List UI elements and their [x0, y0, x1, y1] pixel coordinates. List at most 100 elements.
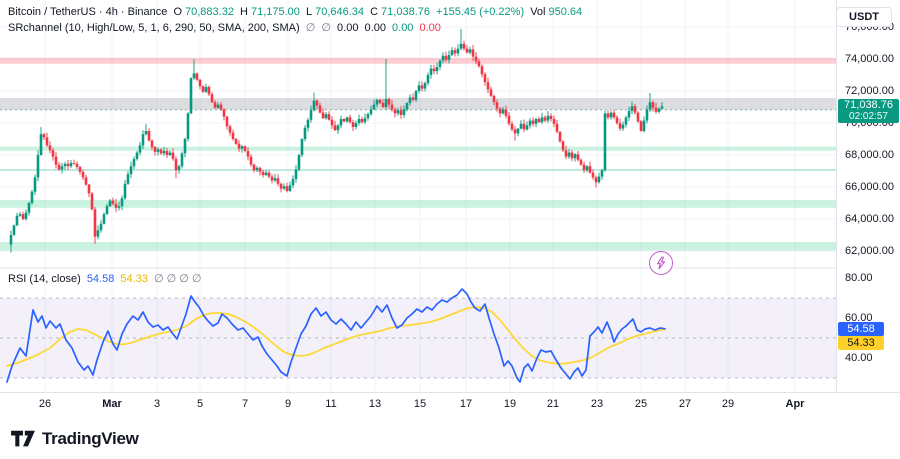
candle-body	[135, 152, 139, 159]
candle-body	[438, 60, 442, 67]
candle-body	[39, 134, 43, 155]
candle-body	[45, 137, 49, 146]
candle-body	[618, 123, 622, 129]
lightning-bolt-button[interactable]	[649, 251, 673, 275]
candle-body	[585, 166, 589, 171]
candle-body	[168, 152, 172, 155]
candle-body	[210, 94, 214, 103]
candle-body	[159, 149, 163, 154]
candle-body	[501, 109, 505, 114]
candle-body	[348, 117, 352, 123]
candle-body	[387, 99, 391, 105]
candle-body	[189, 78, 193, 114]
candle-body	[660, 106, 664, 109]
symbol-title: Bitcoin / TetherUS · 4h · Binance	[8, 6, 168, 18]
high-value: 71,175.00	[250, 6, 300, 18]
price-axis-label: 68,000.00	[845, 149, 894, 161]
candle-body	[18, 214, 22, 216]
candle-body	[177, 166, 181, 171]
srchannel-legend[interactable]: SRchannel (10, High/Low, 5, 1, 6, 290, 5…	[8, 21, 444, 34]
candle-body	[63, 163, 67, 167]
candle-body	[435, 67, 439, 71]
candle-body	[15, 215, 19, 226]
candle-body	[537, 119, 541, 123]
candle-body	[429, 68, 433, 75]
candle-body	[54, 156, 58, 165]
tradingview-logo[interactable]: TradingView	[10, 428, 139, 450]
candle-body	[624, 117, 628, 125]
sr-band-supply-zone	[0, 98, 836, 110]
candle-body	[432, 68, 436, 71]
candle-body	[489, 89, 493, 96]
candle-body	[360, 119, 364, 123]
candle-body	[327, 114, 331, 120]
candle-body	[513, 129, 517, 134]
candle-body	[540, 117, 544, 123]
time-axis-label: 27	[678, 398, 692, 410]
candle-body	[228, 126, 232, 133]
time-axis-label: 13	[368, 398, 382, 410]
candle-body	[492, 95, 496, 103]
symbol-legend[interactable]: Bitcoin / TetherUS · 4h · Binance O 70,88…	[8, 6, 585, 18]
candle-wick	[118, 201, 120, 211]
candle-body	[66, 163, 70, 167]
candle-body	[480, 66, 484, 75]
candle-body	[294, 169, 298, 179]
candle-body	[591, 172, 595, 178]
candle-body	[633, 106, 637, 113]
candle-body	[528, 120, 532, 126]
candle-body	[468, 49, 472, 53]
price-axis-label: 66,000.00	[845, 181, 894, 193]
tradingview-logo-icon	[11, 430, 35, 447]
srchannel-title: SRchannel (10, High/Low, 5, 1, 6, 290, 5…	[8, 22, 300, 34]
candle-body	[486, 82, 490, 90]
close-label: C	[370, 6, 379, 18]
candle-body	[276, 178, 280, 184]
price-axis[interactable]: 71,038.76 02:02:57 54.58 54.33 76,000.00…	[836, 0, 900, 392]
chart-panes[interactable]	[0, 0, 836, 392]
candle-body	[246, 151, 250, 157]
candle-body	[441, 55, 445, 61]
price-axis-label: 74,000.00	[845, 53, 894, 65]
open-label: O	[173, 6, 183, 18]
candle-body	[408, 97, 412, 103]
candle-body	[423, 83, 427, 89]
candle-body	[162, 151, 166, 154]
rsi-ma-value: 54.33	[120, 273, 148, 285]
candle-body	[399, 110, 403, 115]
time-axis[interactable]: 26 Mar 3 5 7 9 11 13 15 17 19 21 23 25 27 29 Apr	[0, 392, 900, 416]
candle-body	[321, 112, 325, 119]
candle-body	[240, 146, 244, 149]
candle-body	[627, 111, 631, 118]
candle-body	[105, 206, 109, 215]
candle-body	[369, 109, 373, 115]
candle-body	[213, 102, 217, 108]
candle-body	[564, 150, 568, 157]
srchannel-value-3: 0.00	[392, 22, 414, 34]
candle-body	[405, 103, 409, 110]
candle-body	[330, 119, 334, 126]
candle-body	[171, 152, 175, 159]
candle-body	[345, 117, 349, 122]
candle-body	[552, 119, 556, 124]
candle-body	[249, 156, 253, 165]
candle-body	[414, 91, 418, 100]
volume-value: 950.64	[548, 6, 583, 18]
candle-body	[81, 171, 85, 178]
candle-body	[621, 124, 625, 129]
candle-body	[519, 123, 523, 129]
candle-wick	[241, 144, 243, 153]
candle-body	[93, 209, 97, 237]
currency-usdt-button[interactable]: USDT	[836, 7, 892, 27]
candle-body	[174, 159, 178, 171]
candle-body	[342, 119, 346, 122]
candle-body	[75, 163, 79, 167]
candle-body	[543, 117, 547, 121]
candle-body	[588, 166, 592, 173]
candle-body	[138, 145, 142, 153]
rsi-legend[interactable]: RSI (14, close) 54.58 54.33 ∅ ∅ ∅ ∅	[8, 272, 205, 285]
candle-body	[318, 105, 322, 113]
time-axis-label: 17	[459, 398, 473, 410]
time-axis-label: 23	[590, 398, 604, 410]
candle-body	[36, 155, 40, 178]
